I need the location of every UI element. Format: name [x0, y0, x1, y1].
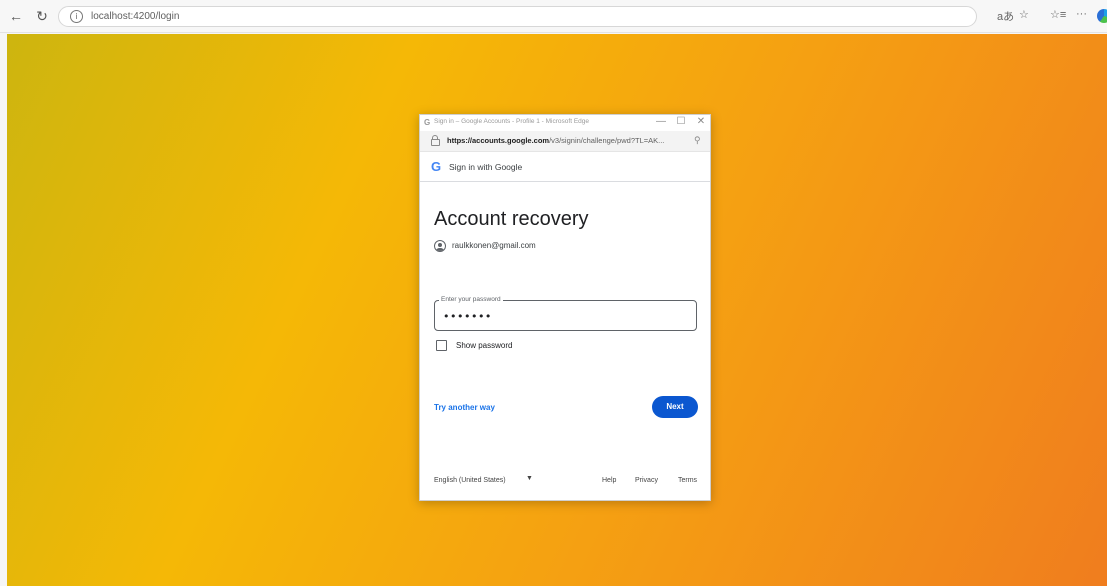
popup-footer: English (United States) ▼ Help Privacy T… [420, 475, 710, 487]
account-email[interactable]: raulkkonen@gmail.com [452, 241, 536, 250]
lock-icon[interactable] [431, 135, 440, 146]
favorite-star-icon[interactable]: ☆ [1019, 8, 1029, 21]
next-button[interactable]: Next [652, 396, 698, 418]
popup-title-bar[interactable]: G Sign in – Google Accounts - Profile 1 … [420, 115, 710, 130]
try-another-way-link[interactable]: Try another way [434, 403, 495, 412]
favorites-list-icon[interactable]: ☆≡ [1050, 8, 1066, 21]
account-circle-icon [434, 240, 446, 252]
popup-window-title: Sign in – Google Accounts - Profile 1 - … [434, 118, 589, 125]
show-password-label[interactable]: Show password [456, 341, 512, 350]
google-header-text: Sign in with Google [449, 162, 523, 172]
google-header: G Sign in with Google [420, 152, 710, 182]
maximize-icon[interactable]: ☐ [675, 116, 687, 127]
refresh-icon[interactable]: ↻ [33, 7, 51, 25]
password-field[interactable]: Enter your password ••••••• [434, 296, 697, 331]
password-field-label: Enter your password [439, 296, 503, 303]
password-key-icon[interactable]: ⚲ [694, 135, 701, 146]
terms-link[interactable]: Terms [678, 477, 697, 484]
privacy-link[interactable]: Privacy [635, 477, 658, 484]
minimize-icon[interactable]: — [655, 116, 667, 127]
password-input[interactable]: ••••••• [443, 310, 643, 323]
close-icon[interactable]: ✕ [695, 116, 707, 127]
language-selector[interactable]: English (United States) [434, 477, 506, 484]
more-menu-icon[interactable]: ··· [1076, 8, 1087, 20]
google-favicon-icon: G [424, 118, 431, 127]
edge-copilot-icon[interactable] [1097, 9, 1107, 23]
signin-popup-window: G Sign in – Google Accounts - Profile 1 … [419, 114, 711, 501]
checkbox-icon[interactable] [436, 340, 447, 351]
read-aloud-icon[interactable]: aあ [997, 8, 1014, 24]
info-icon[interactable]: i [70, 10, 83, 23]
back-arrow-icon[interactable]: ← [7, 7, 25, 25]
chevron-down-icon[interactable]: ▼ [526, 475, 533, 482]
popup-address-bar[interactable]: https://accounts.google.com/v3/signin/ch… [420, 131, 710, 152]
page-title: Account recovery [434, 208, 589, 230]
google-logo-icon: G [431, 159, 442, 174]
help-link[interactable]: Help [602, 477, 616, 484]
popup-url[interactable]: https://accounts.google.com/v3/signin/ch… [447, 136, 664, 145]
browser-toolbar: ← ↻ i localhost:4200/login aあ ☆ ☆≡ ··· [0, 0, 1107, 33]
address-bar[interactable]: i localhost:4200/login [58, 6, 977, 27]
address-url[interactable]: localhost:4200/login [91, 11, 179, 22]
